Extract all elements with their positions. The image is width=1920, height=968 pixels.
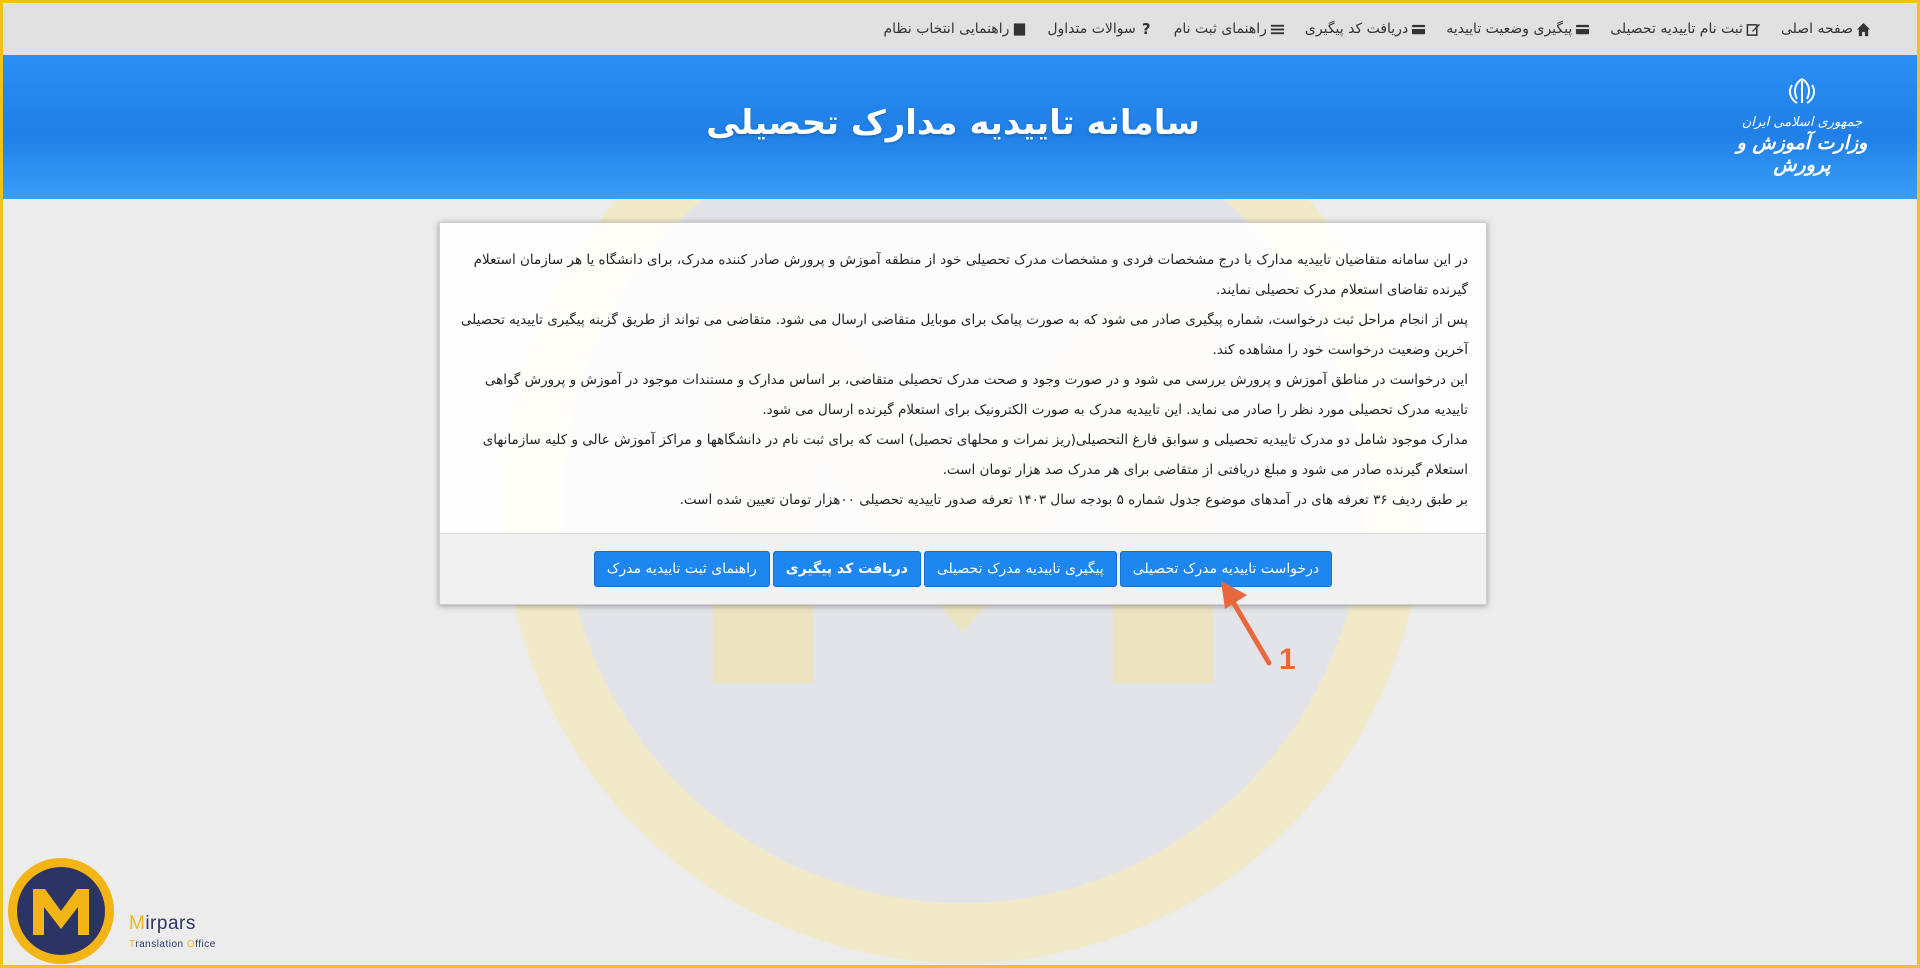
nav-item-label: سوالات متداول <box>1047 21 1136 37</box>
nav-item-label: راهنمایی انتخاب نظام <box>883 21 1010 37</box>
nav-item-label: ثبت نام تاییدیه تحصیلی <box>1610 21 1743 37</box>
nav-item-system-guide[interactable]: راهنمایی انتخاب نظام <box>883 21 1027 37</box>
nav-item-register-guide[interactable]: راهنمای ثبت نام <box>1174 21 1285 37</box>
nav-item-label: دریافت کد پیگیری <box>1304 21 1409 37</box>
book-icon <box>1012 22 1027 37</box>
nav-item-label: راهنمای ثبت نام <box>1173 21 1267 37</box>
ministry-emblem: جمهوری اسلامی ایران وزارت آموزش و پرورش <box>1727 77 1877 177</box>
emblem-country-text: جمهوری اسلامی ایران <box>1741 115 1863 130</box>
home-icon <box>1856 22 1871 37</box>
brand-subtitle: Translation Office <box>129 939 216 950</box>
info-card-footer: درخواست تاییدیه مدرک تحصیلی پیگیری تایید… <box>440 533 1486 604</box>
registration-guide-button[interactable]: راهنمای ثبت تاییدیه مدرک <box>593 551 770 587</box>
card-icon <box>1411 22 1426 37</box>
nav-item-label: پیگیری وضعیت تاییدیه <box>1446 21 1573 37</box>
header-banner: سامانه تاییدیه مدارک تحصیلی جمهوری اسلام… <box>3 55 1917 199</box>
edit-icon <box>1746 22 1761 37</box>
nav-item-register[interactable]: ثبت نام تاییدیه تحصیلی <box>1610 21 1761 37</box>
page-title: سامانه تاییدیه مدارک تحصیلی <box>706 103 1200 143</box>
list-icon <box>1270 22 1285 37</box>
nav-item-label: صفحه اصلی <box>1780 21 1853 37</box>
nav-item-track-status[interactable]: پیگیری وضعیت تاییدیه <box>1446 21 1590 37</box>
info-paragraph: در این سامانه متقاضیان تاییدیه مدارک با … <box>473 252 1468 298</box>
info-card: در این سامانه متقاضیان تاییدیه مدارک با … <box>439 222 1487 605</box>
mirpars-brand: Mirpars Translation Office <box>5 853 245 965</box>
emblem-ministry-text: وزارت آموزش و پرورش <box>1736 132 1868 176</box>
page-frame: صفحه اصلی ثبت نام تاییدیه تحصیلی پیگیری … <box>0 0 1920 968</box>
brand-name: Mirpars <box>129 913 196 934</box>
nav-item-get-code[interactable]: دریافت کد پیگیری <box>1305 21 1426 37</box>
mirpars-logo-icon <box>8 858 114 964</box>
nav-item-faq[interactable]: ? سوالات متداول <box>1047 20 1153 38</box>
get-tracking-code-button[interactable]: دریافت کد پیگیری <box>772 551 921 587</box>
info-paragraph: بر طبق ردیف ۳۶ تعرفه های در آمدهای موضوع… <box>679 492 1468 508</box>
info-paragraph: پس از انجام مراحل ثبت درخواست، شماره پیگ… <box>460 312 1468 358</box>
info-card-body: در این سامانه متقاضیان تاییدیه مدارک با … <box>440 223 1486 533</box>
annotation-number: 1 <box>1279 643 1296 676</box>
card-icon <box>1575 22 1590 37</box>
nav-item-home[interactable]: صفحه اصلی <box>1781 21 1871 37</box>
iran-emblem-icon <box>1788 78 1816 104</box>
info-paragraph: این درخواست در مناطق آموزش و پرورش بررسی… <box>484 372 1468 418</box>
top-navbar: صفحه اصلی ثبت نام تاییدیه تحصیلی پیگیری … <box>3 3 1917 55</box>
question-icon: ? <box>1141 20 1151 38</box>
info-paragraph: مدارک موجود شامل دو مدرک تاییدیه تحصیلی … <box>482 432 1468 478</box>
track-certificate-button[interactable]: پیگیری تاییدیه مدرک تحصیلی <box>923 551 1117 587</box>
